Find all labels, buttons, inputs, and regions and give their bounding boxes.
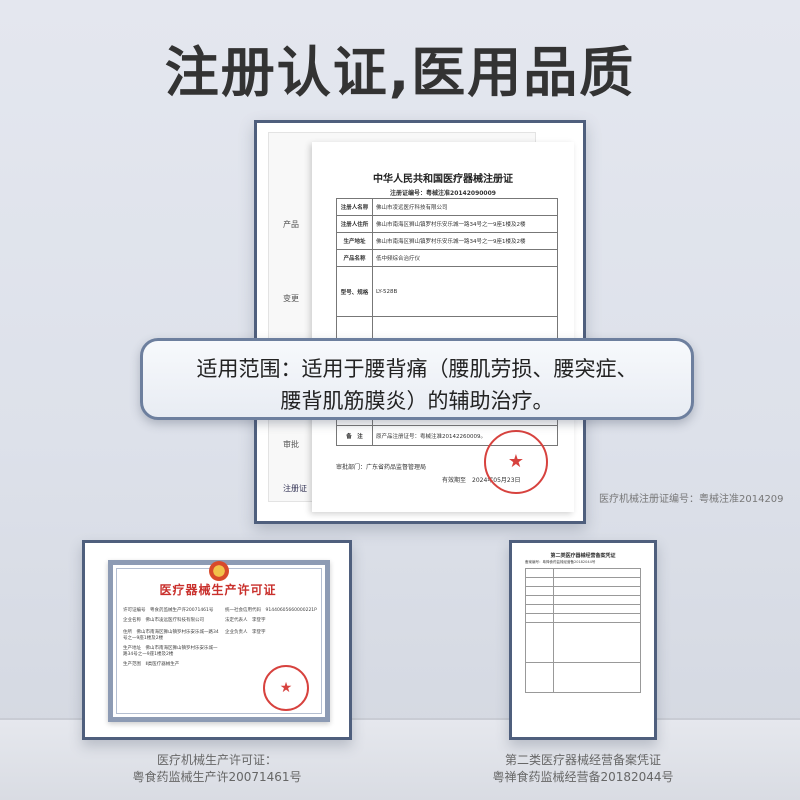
table-row: 注册人住所 佛山市南海区狮山镇罗村乐安乐城一路34号之一9座1楼及2楼 [336,215,558,233]
table-row [525,586,641,596]
license-row: 企业名称 佛山市凌远医疗科技有限公司 [123,618,204,623]
row-value: 佛山市南海区狮山镇罗村乐安乐城一路34号之一9座1楼及2楼 [372,232,558,250]
table-row: 型号、规格 LY-528B [336,266,558,317]
license-caption-line-1: 医疗机械生产许可证： [156,753,277,767]
record-title: 第二类医疗器械经营备案凭证 [550,553,616,559]
back-label-approval: 审批 [283,440,299,449]
registration-number-value: 粤械注准20142090009 [426,190,496,197]
back-label-registration: 注册证 [283,484,307,493]
license-row: 法定代表人 李登宇 [225,618,266,623]
row-key: 产品名称 [336,249,373,267]
table-row [525,595,641,605]
record-table [525,568,641,693]
table-row [525,577,641,587]
license-row: 生产地址 佛山市南海区狮山镇罗村乐安乐城一路34号之一9座1楼及2楼 [123,646,218,657]
row-key: 注册人名称 [336,198,373,216]
page-headline: 注册认证,医用品质 [164,41,636,104]
license-row: 企业负责人 李登宇 [225,630,266,635]
license-seal-icon: ★ [263,665,309,711]
row-value: LY-528B [372,266,558,317]
license-caption: 医疗机械生产许可证： 粤食药监械生产许20071461号 [82,752,352,786]
record-caption-line-1: 第二类医疗器械经营备案凭证 [504,753,661,767]
row-key: 注册人住所 [336,215,373,233]
license-title: 医疗器械生产许可证 [159,583,277,597]
registration-title: 中华人民共和国医疗器械注册证 [373,174,513,185]
record-number: 备案编号：粤禅食药监械经营备20182044号 [525,560,596,564]
usage-scope-callout: 适用范围：适用于腰背痛（腰肌劳损、腰突症、 腰背肌筋膜炎）的辅助治疗。 [140,338,694,420]
license-caption-line-2: 粤食药监械生产许20071461号 [132,770,302,784]
table-row [525,568,641,578]
table-row [525,604,641,614]
usage-scope-line-2: 腰背肌筋膜炎）的辅助治疗。 [280,389,554,413]
table-row: 生产地址 佛山市南海区狮山镇罗村乐安乐城一路34号之一9座1楼及2楼 [336,232,558,250]
registration-number-label: 注册证编号： [390,190,427,197]
row-key: 生产地址 [336,232,373,250]
validity-label: 有效期至 [442,477,467,484]
registration-number: 注册证编号：粤械注准20142090009 [312,188,574,197]
back-label-product: 产品 [283,220,299,229]
registration-certificate: 中华人民共和国医疗器械注册证 注册证编号：粤械注准20142090009 注册人… [312,142,574,512]
table-row [525,662,641,693]
license-row: 生产范围 Ⅱ类医疗器械生产 [123,662,180,667]
table-row [525,622,641,663]
record-caption-line-2: 粤禅食药监械经营备20182044号 [492,770,674,784]
license-row: 统一社会信用代码 91440605660000221P [225,608,317,613]
back-label-change: 变更 [283,294,299,303]
registration-caption: 医疗机械注册证编号：粤械注准2014209 [599,494,784,505]
usage-scope-line-1: 适用范围：适用于腰背痛（腰肌劳损、腰突症、 [196,357,638,381]
official-seal-icon: ★ [484,430,548,494]
row-value: 佛山市凌远医疗科技有限公司 [372,198,558,216]
row-value: 佛山市南海区狮山镇罗村乐安乐城一路34号之一9座1楼及2楼 [372,215,558,233]
row-key: 型号、规格 [336,266,373,317]
row-key: 备 注 [336,425,373,446]
approval-department: 审批部门：广东省药品监督管理局 [336,464,427,471]
record-certificate: 第二类医疗器械经营备案凭证 备案编号：粤禅食药监械经营备20182044号 [519,550,647,730]
national-emblem-icon [209,561,229,581]
table-row: 注册人名称 佛山市凌远医疗科技有限公司 [336,198,558,216]
row-value: 低中频综合治疗仪 [372,249,558,267]
table-row [525,613,641,623]
record-caption: 第二类医疗器械经营备案凭证 粤禅食药监械经营备20182044号 [470,752,696,786]
license-row: 许可证编号 粤食药监械生产许20071461号 [123,608,214,613]
license-row: 住所 佛山市南海区狮山镇罗村乐安乐城一路34号之一9座1楼及2楼 [123,630,219,641]
production-license: 医疗器械生产许可证 许可证编号 粤食药监械生产许20071461号 统一社会信用… [108,560,330,722]
table-row: 产品名称 低中频综合治疗仪 [336,249,558,267]
